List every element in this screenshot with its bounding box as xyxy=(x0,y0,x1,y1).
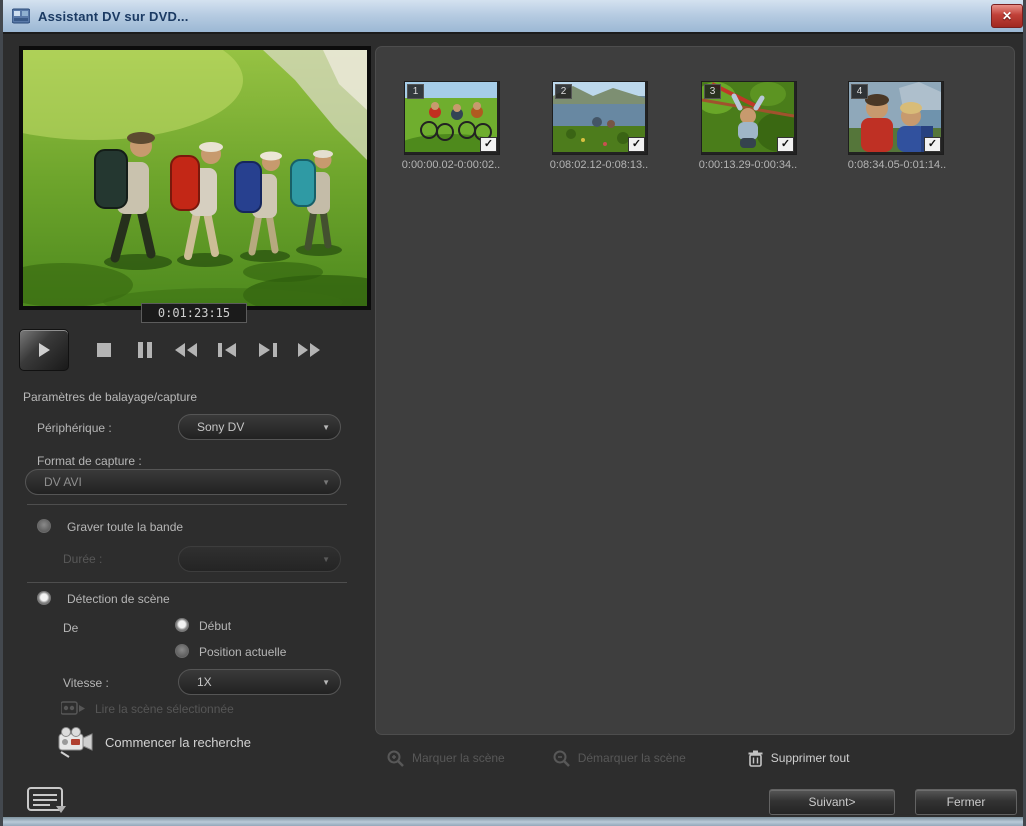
burn-entire-tape-radio[interactable] xyxy=(37,519,51,533)
stop-button[interactable] xyxy=(83,332,124,368)
device-select[interactable]: Sony DV ▼ xyxy=(178,414,341,440)
scene-number-badge: 3 xyxy=(704,84,721,99)
scene-detection-radio[interactable] xyxy=(37,591,51,605)
pause-icon xyxy=(138,342,152,358)
begin-label: Début xyxy=(199,619,231,633)
delete-all-button[interactable]: Supprimer tout xyxy=(748,750,850,767)
options-menu-button[interactable] xyxy=(23,782,69,816)
close-icon: ✕ xyxy=(1002,9,1012,23)
scene-list-panel: 1 ✓ 0:00:00.02-0:00:02.. 2 ✓ 0:08:02.12-… xyxy=(375,46,1015,735)
pause-button[interactable] xyxy=(124,332,165,368)
capture-format-select[interactable]: DV AVI ▼ xyxy=(25,469,341,495)
scene-thumbnail-2[interactable]: 2 ✓ xyxy=(552,81,648,155)
app-icon xyxy=(12,8,30,24)
fermer-button-label: Fermer xyxy=(947,795,986,809)
chevron-down-icon: ▼ xyxy=(322,555,330,564)
speed-label: Vitesse : xyxy=(63,676,109,690)
duration-label: Durée : xyxy=(63,552,102,566)
scene-thumbnail-3[interactable]: 3 ✓ xyxy=(701,81,797,155)
next-button-label: Suivant> xyxy=(808,795,855,809)
fast-forward-button[interactable] xyxy=(288,332,329,368)
speed-value: 1X xyxy=(197,675,316,689)
stop-icon xyxy=(97,343,111,357)
device-label: Périphérique : xyxy=(37,421,112,435)
play-selected-scene-row: Lire la scène sélectionnée xyxy=(61,700,234,717)
timecode-display: 0:01:23:15 xyxy=(141,303,247,323)
scene-number-badge: 2 xyxy=(555,84,572,99)
fast-forward-icon xyxy=(298,343,320,357)
scene-timecode-4: 0:08:34.05-0:01:14.. xyxy=(838,159,956,171)
capture-format-value: DV AVI xyxy=(44,475,316,489)
unmark-scene-label: Démarquer la scène xyxy=(578,751,686,765)
rewind-icon xyxy=(175,343,197,357)
check-icon: ✓ xyxy=(484,138,493,150)
scene-timecode-2: 0:08:02.12-0:08:13.. xyxy=(540,159,658,171)
rewind-button[interactable] xyxy=(165,332,206,368)
scene-thumbnail-4[interactable]: 4 ✓ xyxy=(848,81,944,155)
next-frame-button[interactable] xyxy=(247,332,288,368)
unmark-scene-button: Démarquer la scène xyxy=(553,750,686,767)
scene-timecode-3: 0:00:13.29-0:00:34.. xyxy=(689,159,807,171)
scene-number-badge: 4 xyxy=(851,84,868,99)
burn-entire-tape-label: Graver toute la bande xyxy=(67,520,183,534)
capture-format-label: Format de capture : xyxy=(37,454,142,468)
play-selected-scene-label: Lire la scène sélectionnée xyxy=(95,702,234,716)
check-icon: ✓ xyxy=(928,138,937,150)
scene-toolbar: Marquer la scène Démarquer la scène Supp… xyxy=(375,742,1015,774)
scene-checkbox[interactable]: ✓ xyxy=(924,137,941,152)
begin-radio[interactable] xyxy=(175,618,189,632)
start-scan-label: Commencer la recherche xyxy=(105,735,251,750)
duration-select: ▼ xyxy=(178,546,341,572)
window-title: Assistant DV sur DVD... xyxy=(38,9,189,24)
mark-scene-button: Marquer la scène xyxy=(387,750,505,767)
chevron-down-icon: ▼ xyxy=(322,478,330,487)
notes-list-icon xyxy=(26,784,66,814)
play-icon xyxy=(36,342,52,358)
video-preview xyxy=(19,46,371,310)
next-frame-icon xyxy=(259,343,277,357)
camcorder-icon xyxy=(57,726,95,758)
divider xyxy=(27,582,347,583)
from-label: De xyxy=(63,621,78,635)
mark-scene-label: Marquer la scène xyxy=(412,751,505,765)
mark-scene-icon xyxy=(387,750,404,767)
chevron-down-icon: ▼ xyxy=(322,678,330,687)
capture-settings-title: Paramètres de balayage/capture xyxy=(23,390,197,404)
window-bottom-frame xyxy=(3,817,1026,826)
scene-checkbox[interactable]: ✓ xyxy=(480,137,497,152)
chevron-down-icon: ▼ xyxy=(322,423,330,432)
fermer-button[interactable]: Fermer xyxy=(915,789,1017,815)
close-button[interactable]: ✕ xyxy=(991,4,1023,28)
titlebar: Assistant DV sur DVD... ✕ xyxy=(3,0,1026,34)
current-position-label: Position actuelle xyxy=(199,645,286,659)
divider xyxy=(27,504,347,505)
preview-frame-image xyxy=(23,50,367,306)
speed-select[interactable]: 1X ▼ xyxy=(178,669,341,695)
scene-thumbnail-1[interactable]: 1 ✓ xyxy=(404,81,500,155)
previous-frame-icon xyxy=(218,343,236,357)
trash-icon xyxy=(748,750,763,767)
start-scan-button[interactable]: Commencer la recherche xyxy=(57,726,251,758)
play-scene-icon xyxy=(61,700,85,717)
current-position-radio[interactable] xyxy=(175,644,189,658)
scene-timecode-1: 0:00:00.02-0:00:02.. xyxy=(392,159,510,171)
play-button[interactable] xyxy=(19,329,69,371)
dv-to-dvd-wizard-window: Assistant DV sur DVD... ✕ xyxy=(0,0,1026,826)
previous-frame-button[interactable] xyxy=(206,332,247,368)
scene-checkbox[interactable]: ✓ xyxy=(628,137,645,152)
transport-controls xyxy=(19,326,371,374)
scene-detection-label: Détection de scène xyxy=(67,592,170,606)
check-icon: ✓ xyxy=(632,138,641,150)
unmark-scene-icon xyxy=(553,750,570,767)
check-icon: ✓ xyxy=(781,138,790,150)
delete-all-label: Supprimer tout xyxy=(771,751,850,765)
scene-checkbox[interactable]: ✓ xyxy=(777,137,794,152)
scene-number-badge: 1 xyxy=(407,84,424,99)
next-button[interactable]: Suivant> xyxy=(769,789,895,815)
device-value: Sony DV xyxy=(197,420,316,434)
